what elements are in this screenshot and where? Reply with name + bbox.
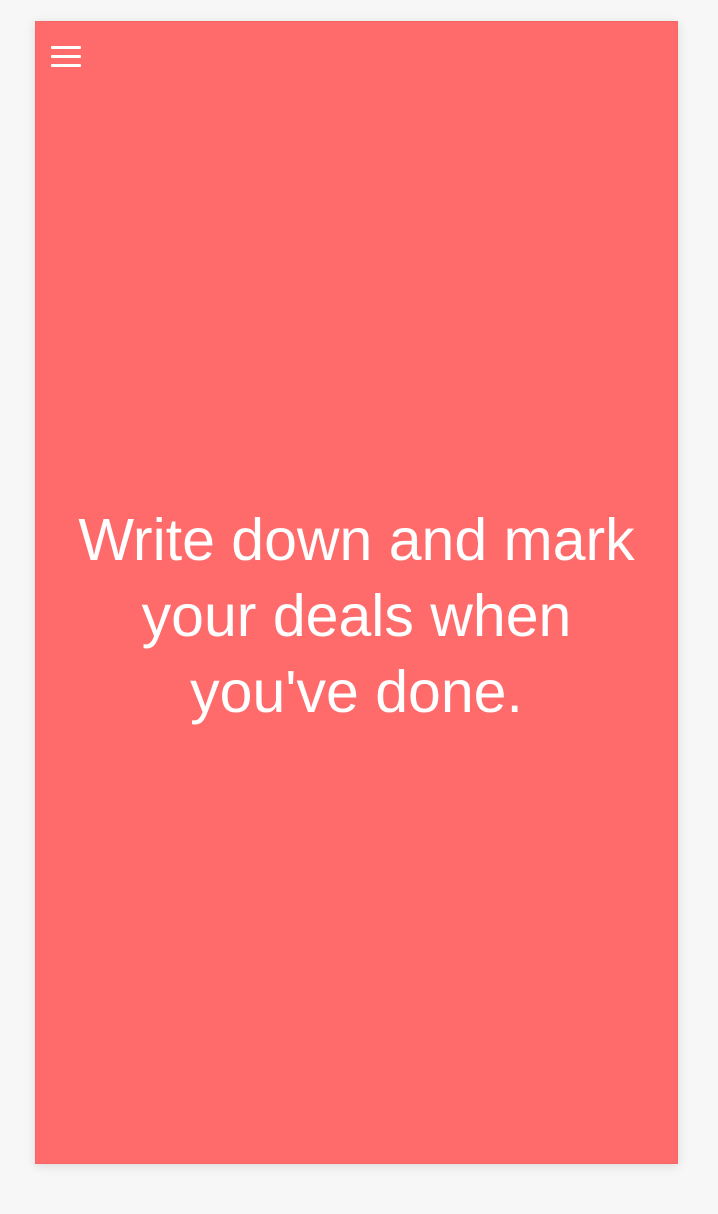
menu-bar-middle xyxy=(51,55,81,58)
onboarding-card: Write down and mark your deals when you'… xyxy=(35,21,678,1164)
onboarding-message: Write down and mark your deals when you'… xyxy=(78,507,635,725)
hamburger-menu-icon[interactable] xyxy=(49,44,83,70)
page: Write down and mark your deals when you'… xyxy=(0,0,718,1214)
menu-bar-bottom xyxy=(51,64,81,67)
menu-bar-top xyxy=(51,46,81,49)
